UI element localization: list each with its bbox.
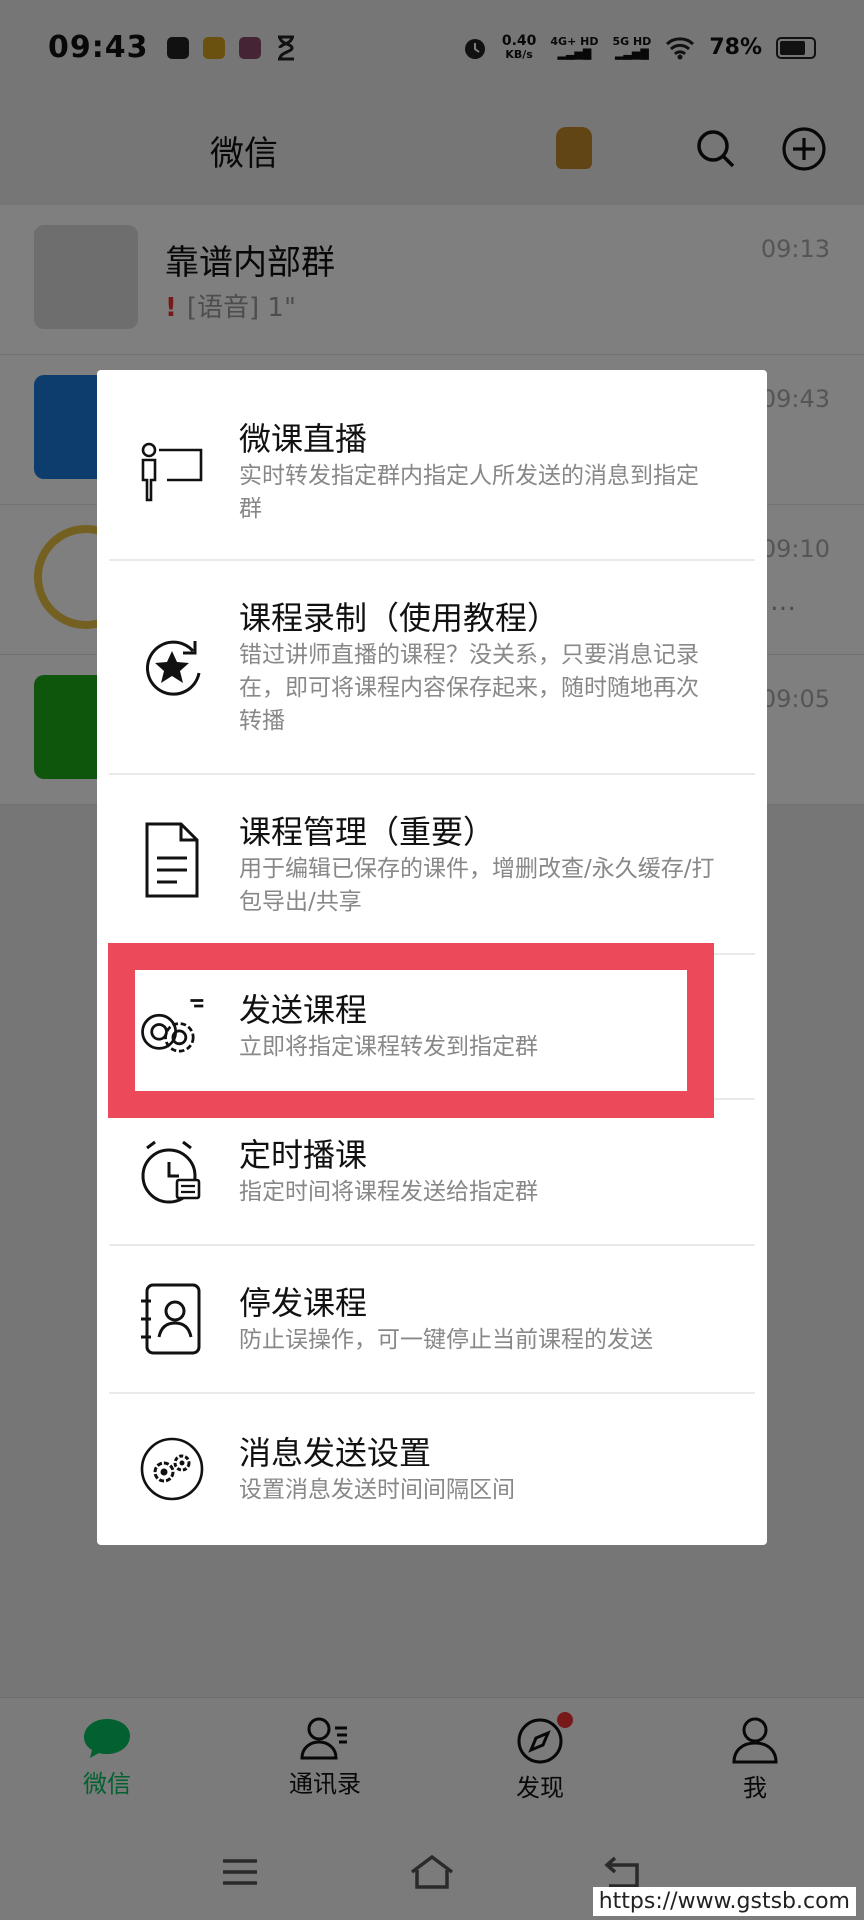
menu-item-desc: 防止误操作，可一键停止当前课程的发送 <box>239 1327 653 1353</box>
menu-item-stop-course[interactable]: 停发课程 防止误操作，可一键停止当前课程的发送 <box>97 1246 767 1394</box>
alarm-clock-icon <box>137 1138 207 1208</box>
menu-item-record-course[interactable]: 课程录制（使用教程） 错过讲师直播的课程？没关系，只要消息记录在，即可将课程内容… <box>97 561 767 775</box>
menu-item-title: 定时播课 <box>239 1136 368 1174</box>
menu-item-desc: 错过讲师直播的课程？没关系，只要消息记录在，即可将课程内容保存起来，随时随地再次… <box>239 642 699 734</box>
watermark: https://www.gstsb.com <box>592 1887 856 1916</box>
menu-item-title: 课程管理（重要） <box>239 813 496 851</box>
menu-item-send-settings[interactable]: 消息发送设置 设置消息发送时间间隔区间 <box>97 1394 767 1545</box>
star-record-icon <box>137 633 207 703</box>
menu-item-title: 微课直播 <box>239 420 368 458</box>
document-icon <box>137 822 207 898</box>
menu-item-title: 停发课程 <box>239 1284 368 1322</box>
contact-card-icon <box>137 1283 207 1355</box>
menu-item-manage-course[interactable]: 课程管理（重要） 用于编辑已保存的课件，增删改查/永久缓存/打包导出/共享 <box>97 775 767 955</box>
presenter-icon <box>137 436 207 506</box>
menu-item-desc: 用于编辑已保存的课件，增删改查/永久缓存/打包导出/共享 <box>239 856 715 915</box>
menu-item-title: 课程录制（使用教程） <box>239 599 560 637</box>
settings-gears-icon <box>137 1434 207 1504</box>
menu-item-desc: 指定时间将课程发送给指定群 <box>239 1179 538 1205</box>
menu-item-live-course[interactable]: 微课直播 实时转发指定群内指定人所发送的消息到指定群 <box>97 370 767 561</box>
menu-item-title: 消息发送设置 <box>239 1434 432 1472</box>
menu-item-scheduled-course[interactable]: 定时播课 指定时间将课程发送给指定群 <box>97 1100 767 1246</box>
menu-item-desc: 设置消息发送时间间隔区间 <box>239 1477 515 1503</box>
menu-item-desc: 实时转发指定群内指定人所发送的消息到指定群 <box>239 463 699 522</box>
highlight-box <box>108 943 714 1118</box>
